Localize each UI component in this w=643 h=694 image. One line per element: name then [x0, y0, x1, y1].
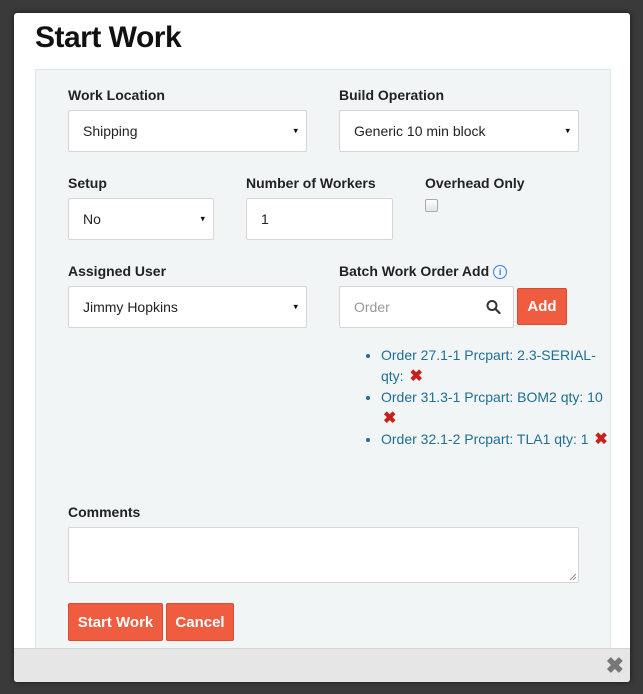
- dialog-title: Start Work: [35, 21, 182, 54]
- setup-value: No: [83, 211, 101, 227]
- batch-label-text: Batch Work Order Add: [339, 263, 490, 279]
- chevron-down-icon: ▾: [293, 301, 298, 312]
- build-operation-value: Generic 10 min block: [354, 123, 486, 139]
- start-work-button[interactable]: Start Work: [68, 603, 163, 641]
- num-workers-value: 1: [261, 211, 269, 227]
- setup-select[interactable]: No ▾: [68, 198, 214, 240]
- order-search-placeholder: Order: [354, 299, 390, 315]
- remove-order-icon[interactable]: ✖: [383, 410, 396, 427]
- cancel-button[interactable]: Cancel: [166, 603, 234, 641]
- setup-label: Setup: [68, 175, 107, 191]
- chevron-down-icon: ▾: [200, 213, 205, 224]
- remove-order-icon[interactable]: ✖: [594, 431, 607, 448]
- num-workers-input[interactable]: 1: [246, 198, 393, 240]
- order-search-input[interactable]: Order: [339, 286, 514, 328]
- assigned-user-value: Jimmy Hopkins: [83, 299, 178, 315]
- form-panel: Work Location Shipping ▾ Build Operation…: [35, 69, 611, 650]
- overhead-only-checkbox[interactable]: [425, 199, 438, 212]
- batch-work-order-label: Batch Work Order Add i: [339, 263, 508, 279]
- comments-textarea[interactable]: [68, 527, 579, 583]
- remove-order-icon[interactable]: ✖: [409, 368, 422, 385]
- comments-label: Comments: [68, 504, 141, 520]
- resize-handle-icon[interactable]: [570, 574, 576, 580]
- order-list-item: Order 27.1-1 Prcpart: 2.3-SERIAL- qty: ✖: [381, 345, 616, 387]
- batch-order-list: Order 27.1-1 Prcpart: 2.3-SERIAL- qty: ✖…: [349, 345, 616, 451]
- add-order-button[interactable]: Add: [517, 288, 567, 325]
- work-location-value: Shipping: [83, 123, 138, 139]
- search-icon[interactable]: [486, 300, 501, 315]
- order-list-item: Order 32.1-2 Prcpart: TLA1 qty: 1 ✖: [381, 429, 616, 451]
- close-icon[interactable]: ✖: [606, 653, 624, 679]
- assigned-user-select[interactable]: Jimmy Hopkins ▾: [68, 286, 307, 328]
- dialog-footer: ✖: [14, 648, 630, 682]
- start-work-dialog: Start Work Work Location Shipping ▾ Buil…: [14, 13, 630, 682]
- assigned-user-label: Assigned User: [68, 263, 167, 279]
- work-location-select[interactable]: Shipping ▾: [68, 110, 307, 152]
- chevron-down-icon: ▾: [293, 125, 298, 136]
- overhead-only-label: Overhead Only: [425, 175, 525, 191]
- order-list-item: Order 31.3-1 Prcpart: BOM2 qty: 10 ✖: [381, 387, 616, 429]
- build-operation-label: Build Operation: [339, 87, 444, 103]
- order-link[interactable]: Order 32.1-2 Prcpart: TLA1 qty: 1: [381, 431, 589, 447]
- info-circle-icon[interactable]: i: [493, 265, 508, 279]
- build-operation-select[interactable]: Generic 10 min block ▾: [339, 110, 579, 152]
- chevron-down-icon: ▾: [565, 125, 570, 136]
- work-location-label: Work Location: [68, 87, 165, 103]
- order-link[interactable]: Order 31.3-1 Prcpart: BOM2 qty: 10: [381, 389, 603, 405]
- num-workers-label: Number of Workers: [246, 175, 376, 191]
